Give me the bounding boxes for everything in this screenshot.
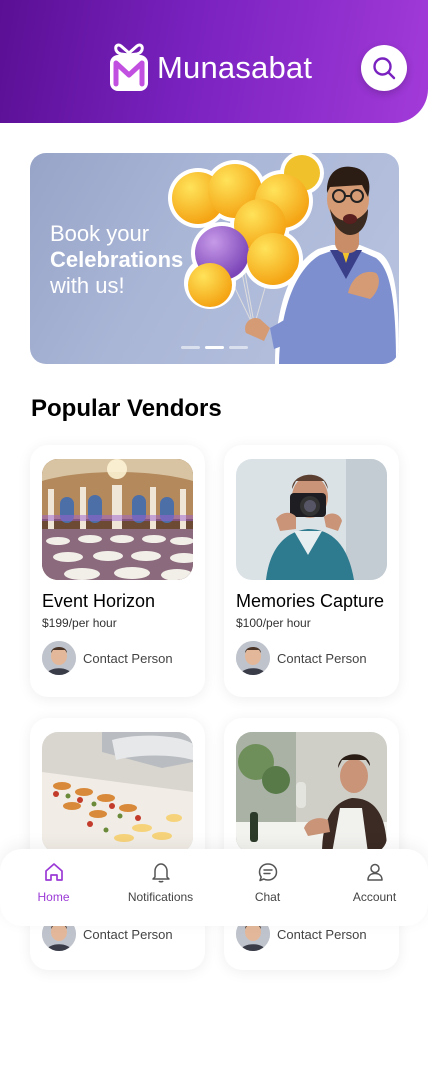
- home-icon: [44, 863, 63, 881]
- nav-item-home[interactable]: Home: [0, 849, 107, 926]
- contact-person[interactable]: Contact Person: [236, 641, 367, 675]
- vendor-price: $199/per hour: [42, 616, 117, 630]
- vendor-card[interactable]: Event Horizon $199/per hour Contact Pers…: [30, 445, 205, 697]
- contact-label: Contact Person: [83, 650, 173, 666]
- nav-label: Account: [352, 890, 397, 904]
- vendor-card[interactable]: Contact Person: [224, 718, 399, 970]
- nav-label: Home: [37, 890, 70, 904]
- bottom-navigation: Home Notifications Chat Account: [0, 849, 428, 926]
- vendor-photo: [42, 459, 193, 580]
- vendor-card[interactable]: Contact Person: [30, 718, 205, 970]
- banner-headline: Book your Celebrations with us!: [50, 221, 183, 299]
- gift-icon: [110, 43, 148, 91]
- carousel-dot-active[interactable]: [205, 346, 224, 349]
- nav-label: Chat: [254, 890, 281, 904]
- banner-line-2: Celebrations: [50, 247, 184, 272]
- vendor-price: $100/per hour: [236, 616, 311, 630]
- vendor-card[interactable]: Memories Capture $100/per hour Contact P…: [224, 445, 399, 697]
- contact-label: Contact Person: [277, 926, 367, 942]
- vendor-name: Memories Capture: [236, 591, 385, 611]
- nav-item-notifications[interactable]: Notifications: [107, 849, 214, 926]
- nav-item-chat[interactable]: Chat: [214, 849, 321, 926]
- carousel-indicator: [181, 346, 248, 349]
- carousel-dot[interactable]: [181, 346, 200, 349]
- contact-person[interactable]: Contact Person: [42, 641, 173, 675]
- user-icon: [366, 863, 383, 881]
- contact-label: Contact Person: [83, 926, 173, 942]
- search-icon: [373, 57, 396, 80]
- avatar: [236, 641, 270, 675]
- vendor-name: Event Horizon: [42, 591, 156, 611]
- brand-name: Munasabat: [157, 50, 313, 85]
- section-title: Popular Vendors: [31, 395, 222, 422]
- banner-line-3: with us!: [50, 273, 125, 298]
- promo-banner[interactable]: Book your Celebrations with us!: [30, 153, 399, 364]
- vendor-photo: [236, 459, 387, 580]
- banner-line-1: Book your: [50, 221, 150, 246]
- nav-label: Notifications: [127, 890, 194, 904]
- app-logo[interactable]: Munasabat: [107, 40, 312, 96]
- contact-label: Contact Person: [277, 650, 367, 666]
- carousel-dot[interactable]: [229, 346, 248, 349]
- vendor-photo: [42, 732, 193, 853]
- nav-item-account[interactable]: Account: [321, 849, 428, 926]
- app-header: Munasabat: [0, 0, 428, 123]
- search-button[interactable]: [361, 45, 407, 91]
- avatar: [42, 641, 76, 675]
- vendor-photo: [236, 732, 387, 853]
- chat-icon: [258, 863, 277, 882]
- bell-icon: [151, 863, 170, 883]
